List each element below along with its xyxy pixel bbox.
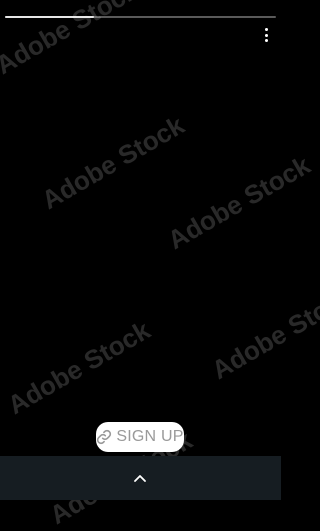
chevron-up-icon[interactable] xyxy=(134,474,146,482)
watermark-text: Adobe Stock xyxy=(163,150,316,256)
watermark-text: Adobe Stock xyxy=(37,110,190,216)
sign-up-button[interactable]: SIGN UP xyxy=(96,422,184,452)
watermark-text: Adobe Stock xyxy=(0,0,144,81)
dot xyxy=(265,28,268,31)
dot xyxy=(265,39,268,42)
watermark-text: Adobe Stock xyxy=(207,280,320,386)
more-options-icon[interactable] xyxy=(263,28,269,42)
link-icon xyxy=(96,429,112,445)
dot xyxy=(265,34,268,37)
sign-up-label: SIGN UP xyxy=(116,428,183,446)
watermark-text: Adobe Stock xyxy=(3,315,156,421)
story-progress-bar xyxy=(5,16,276,18)
bottom-bar xyxy=(0,456,281,500)
